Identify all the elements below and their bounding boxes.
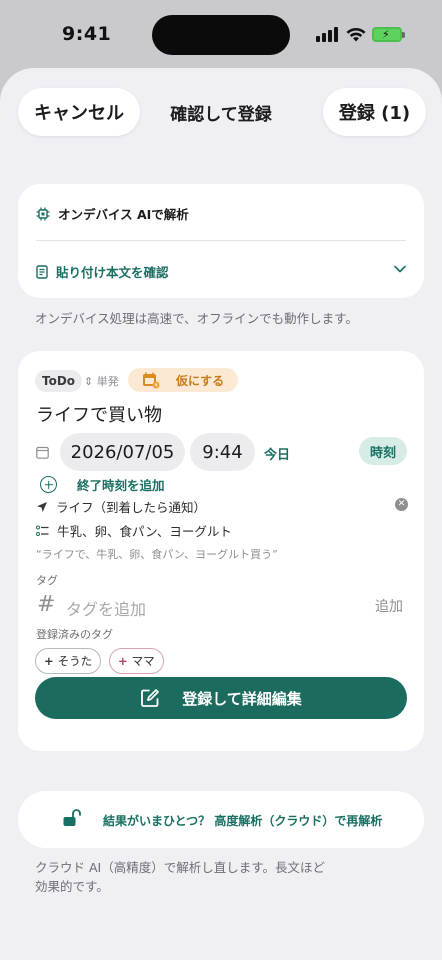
plus-icon: +: [118, 654, 128, 668]
divider: [36, 240, 406, 241]
tentative-button[interactable]: 仮にする: [128, 368, 238, 392]
source-quote: “ライフで、牛乳、卵、食パン、ヨーグルト買う”: [36, 548, 278, 561]
confirm-sheet: キャンセル 確認して登録 登録 (1) オンデバイス AIで解析 貼り付け本文を…: [0, 68, 442, 960]
plus-circle-icon: [40, 476, 57, 493]
save-and-edit-label: 登録して詳細編集: [182, 689, 302, 708]
document-icon: [36, 264, 48, 279]
cloud-note-line2: 効果的です。: [35, 879, 109, 894]
save-and-edit-button[interactable]: 登録して詳細編集: [35, 677, 407, 719]
tag-add-button[interactable]: 追加: [375, 596, 403, 616]
time-picker[interactable]: 9:44: [190, 433, 255, 471]
tag-chip-label: ママ: [131, 654, 155, 668]
tag-section-label: タグ: [36, 574, 58, 587]
list-icon: [36, 525, 49, 536]
location-label: ライフ（到着したら通知）: [56, 500, 207, 515]
chevron-updown-icon: ⇕: [84, 375, 94, 388]
cellular-signal-icon: [316, 27, 340, 42]
cloud-note-line1: クラウド AI（高精度）で解析し直します。長文ほど: [35, 860, 325, 875]
register-button[interactable]: 登録 (1): [323, 88, 426, 136]
location-row[interactable]: ライフ（到着したら通知） ✕: [36, 497, 408, 516]
status-time: 9:41: [62, 23, 112, 45]
registered-tags-label: 登録済みのタグ: [36, 628, 113, 641]
dynamic-island: [152, 15, 290, 55]
paste-text-label: 貼り付け本文を確認: [56, 265, 169, 280]
today-button[interactable]: 今日: [264, 444, 290, 463]
tag-chip-mama[interactable]: + ママ: [109, 648, 164, 674]
cloud-reanalyze-button[interactable]: 結果がいまひとつ？ 高度解析（クラウド）で再解析: [18, 791, 424, 848]
paste-text-row[interactable]: 貼り付け本文を確認: [36, 262, 169, 281]
tentative-label: 仮にする: [176, 373, 225, 388]
chip-icon: [36, 207, 50, 220]
calendar-icon: [36, 446, 49, 459]
tag-chip-souta[interactable]: + そうた: [35, 648, 102, 674]
date-picker[interactable]: 2026/07/05: [60, 433, 185, 471]
tag-input[interactable]: タグを追加: [66, 596, 146, 620]
clear-location-icon[interactable]: ✕: [395, 498, 408, 511]
type-chip[interactable]: ToDo: [35, 370, 83, 392]
calendar-pending-icon: [143, 372, 160, 388]
time-toggle-button[interactable]: 時刻: [359, 437, 407, 465]
checklist-row[interactable]: 牛乳、卵、食パン、ヨーグルト: [36, 521, 232, 540]
unlock-icon: [63, 809, 81, 826]
type-selector-label: 単発: [96, 375, 119, 388]
hash-icon: #: [37, 592, 56, 617]
checklist-label: 牛乳、卵、食パン、ヨーグルト: [57, 524, 232, 539]
type-selector[interactable]: ⇕ 単発: [84, 373, 119, 389]
on-device-ai-row[interactable]: オンデバイス AIで解析: [36, 204, 189, 223]
cloud-reanalyze-label: 結果がいまひとつ？ 高度解析（クラウド）で再解析: [103, 814, 383, 828]
plus-icon: +: [44, 654, 54, 668]
task-title[interactable]: ライフで買い物: [36, 401, 162, 427]
on-device-note: オンデバイス処理は高速で、オフラインでも動作します。: [35, 311, 358, 326]
analysis-card: オンデバイス AIで解析 貼り付け本文を確認: [18, 184, 424, 298]
cloud-note: クラウド AI（高精度）で解析し直します。長文ほど 効果的です。: [35, 858, 325, 896]
edit-icon: [141, 689, 160, 707]
status-bar: 9:41 ⚡: [0, 0, 442, 66]
add-end-time-button[interactable]: 終了時刻を追加: [40, 475, 165, 494]
add-end-time-label: 終了時刻を追加: [77, 478, 165, 493]
location-arrow-icon: [37, 501, 47, 512]
wifi-icon: [346, 27, 366, 42]
chevron-down-icon[interactable]: [394, 265, 406, 273]
item-card: ToDo ⇕ 単発 仮にする ライフで買い物 2026/07/05 9:44 今…: [18, 351, 424, 751]
battery-icon: ⚡: [372, 27, 405, 42]
tag-chip-label: そうた: [57, 654, 93, 668]
on-device-ai-label: オンデバイス AIで解析: [58, 207, 189, 222]
